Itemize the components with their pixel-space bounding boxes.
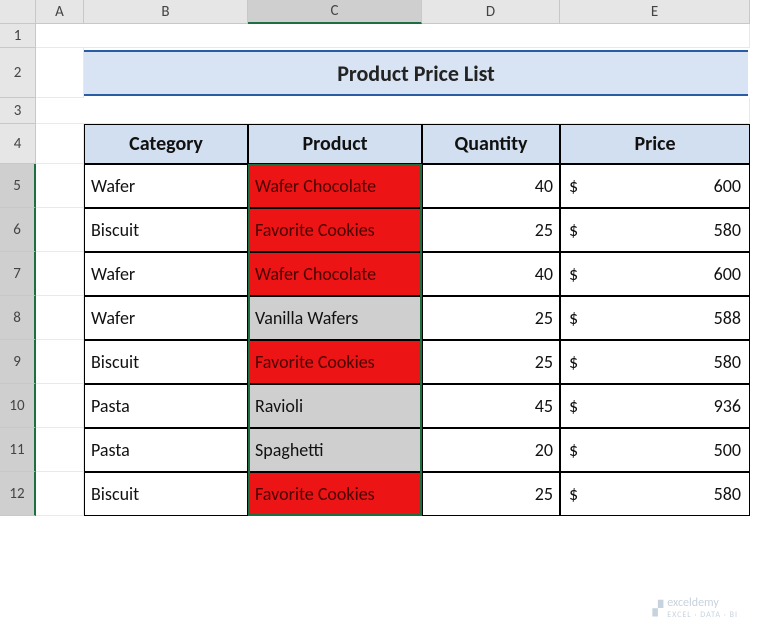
spreadsheet-grid: A B C D E 1 2 Product Price List 3 4 Cat… bbox=[0, 0, 768, 516]
cell[interactable] bbox=[36, 384, 84, 428]
row-header-11[interactable]: 11 bbox=[0, 428, 36, 472]
cell-price[interactable]: $580 bbox=[560, 208, 750, 252]
cell-product[interactable]: Favorite Cookies bbox=[248, 208, 422, 252]
row-header-9[interactable]: 9 bbox=[0, 340, 36, 384]
price-value: 936 bbox=[714, 395, 743, 417]
header-category[interactable]: Category bbox=[84, 124, 248, 164]
cell[interactable] bbox=[36, 296, 84, 340]
header-quantity[interactable]: Quantity bbox=[422, 124, 560, 164]
currency-symbol: $ bbox=[567, 395, 578, 417]
cell-quantity[interactable]: 20 bbox=[422, 428, 560, 472]
col-header-D[interactable]: D bbox=[422, 0, 560, 24]
cell-product[interactable]: Vanilla Wafers bbox=[248, 296, 422, 340]
cell-quantity[interactable]: 25 bbox=[422, 340, 560, 384]
cell[interactable] bbox=[36, 24, 750, 48]
currency-symbol: $ bbox=[567, 351, 578, 373]
cell-product[interactable]: Wafer Chocolate bbox=[248, 164, 422, 208]
price-value: 500 bbox=[714, 439, 743, 461]
header-product[interactable]: Product bbox=[248, 124, 422, 164]
cell[interactable] bbox=[36, 472, 84, 516]
cell-product[interactable]: Favorite Cookies bbox=[248, 472, 422, 516]
header-price[interactable]: Price bbox=[560, 124, 750, 164]
col-header-C[interactable]: C bbox=[248, 0, 422, 24]
cell-price[interactable]: $580 bbox=[560, 340, 750, 384]
cell-category[interactable]: Biscuit bbox=[84, 340, 248, 384]
cell-product[interactable]: Wafer Chocolate bbox=[248, 252, 422, 296]
cell-quantity[interactable]: 25 bbox=[422, 208, 560, 252]
cell[interactable] bbox=[36, 340, 84, 384]
cell-quantity[interactable]: 40 bbox=[422, 164, 560, 208]
cell-price[interactable]: $600 bbox=[560, 164, 750, 208]
cell[interactable] bbox=[36, 428, 84, 472]
row-header-1[interactable]: 1 bbox=[0, 24, 36, 48]
currency-symbol: $ bbox=[567, 307, 578, 329]
row-header-6[interactable]: 6 bbox=[0, 208, 36, 252]
watermark-sub: EXCEL · DATA · BI bbox=[667, 610, 738, 620]
cell-product[interactable]: Favorite Cookies bbox=[248, 340, 422, 384]
cell-price[interactable]: $500 bbox=[560, 428, 750, 472]
cell-category[interactable]: Biscuit bbox=[84, 208, 248, 252]
row-header-10[interactable]: 10 bbox=[0, 384, 36, 428]
cell-category[interactable]: Pasta bbox=[84, 428, 248, 472]
cell[interactable] bbox=[36, 208, 84, 252]
cell-category[interactable]: Wafer bbox=[84, 296, 248, 340]
cell-price[interactable]: $588 bbox=[560, 296, 750, 340]
row-header-12[interactable]: 12 bbox=[0, 472, 36, 516]
cell[interactable] bbox=[36, 124, 84, 164]
row-header-8[interactable]: 8 bbox=[0, 296, 36, 340]
row-header-5[interactable]: 5 bbox=[0, 164, 36, 208]
price-value: 588 bbox=[714, 307, 743, 329]
chart-icon: ▞ bbox=[652, 600, 663, 617]
cell-category[interactable]: Wafer bbox=[84, 164, 248, 208]
cell-product[interactable]: Spaghetti bbox=[248, 428, 422, 472]
cell-quantity[interactable]: 40 bbox=[422, 252, 560, 296]
cell-category[interactable]: Pasta bbox=[84, 384, 248, 428]
cell[interactable] bbox=[36, 48, 84, 98]
row-header-4[interactable]: 4 bbox=[0, 124, 36, 164]
cell[interactable] bbox=[36, 98, 750, 124]
cell-quantity[interactable]: 25 bbox=[422, 472, 560, 516]
watermark-brand: exceldemy bbox=[667, 596, 719, 610]
watermark: ▞ exceldemy EXCEL · DATA · BI bbox=[652, 596, 738, 620]
currency-symbol: $ bbox=[567, 483, 578, 505]
price-value: 580 bbox=[714, 219, 743, 241]
currency-symbol: $ bbox=[567, 439, 578, 461]
row-header-2[interactable]: 2 bbox=[0, 48, 36, 98]
currency-symbol: $ bbox=[567, 219, 578, 241]
price-value: 600 bbox=[714, 263, 743, 285]
price-value: 600 bbox=[714, 175, 743, 197]
cell[interactable] bbox=[36, 252, 84, 296]
price-value: 580 bbox=[714, 351, 743, 373]
row-header-7[interactable]: 7 bbox=[0, 252, 36, 296]
currency-symbol: $ bbox=[567, 175, 578, 197]
cell-quantity[interactable]: 25 bbox=[422, 296, 560, 340]
title-band[interactable]: Product Price List bbox=[84, 50, 748, 96]
price-value: 580 bbox=[714, 483, 743, 505]
col-header-A[interactable]: A bbox=[36, 0, 84, 24]
cell-price[interactable]: $580 bbox=[560, 472, 750, 516]
cell-product[interactable]: Ravioli bbox=[248, 384, 422, 428]
cell-category[interactable]: Wafer bbox=[84, 252, 248, 296]
col-header-E[interactable]: E bbox=[560, 0, 750, 24]
select-all-corner[interactable] bbox=[0, 0, 36, 24]
cell-category[interactable]: Biscuit bbox=[84, 472, 248, 516]
cell-price[interactable]: $600 bbox=[560, 252, 750, 296]
cell-price[interactable]: $936 bbox=[560, 384, 750, 428]
currency-symbol: $ bbox=[567, 263, 578, 285]
col-header-B[interactable]: B bbox=[84, 0, 248, 24]
cell-quantity[interactable]: 45 bbox=[422, 384, 560, 428]
cell[interactable] bbox=[36, 164, 84, 208]
row-header-3[interactable]: 3 bbox=[0, 98, 36, 124]
